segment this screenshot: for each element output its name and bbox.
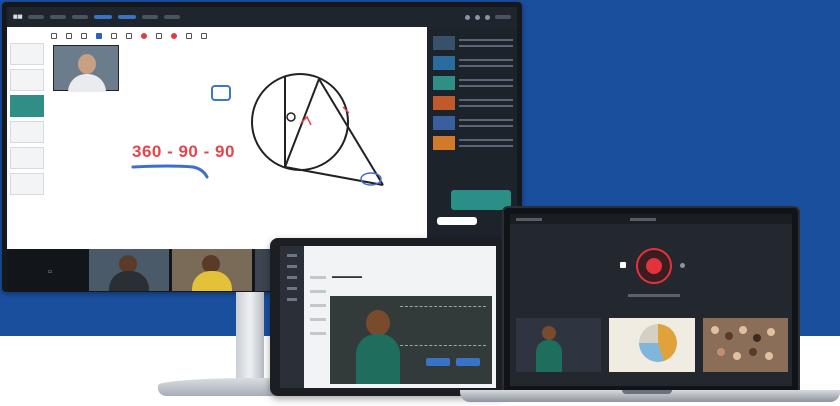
tablet-device: ▬▬▬▬▬ <box>270 238 506 396</box>
pause-icon[interactable] <box>680 263 685 268</box>
pie-chart-graphic <box>639 324 678 362</box>
presenter-body <box>68 74 106 92</box>
eraser-tool-icon[interactable] <box>126 33 132 39</box>
recording-studio-app <box>510 214 792 386</box>
menu-item-active[interactable] <box>94 15 113 19</box>
stop-icon[interactable] <box>620 262 626 268</box>
app-bar-controls <box>465 14 511 20</box>
menu-item[interactable] <box>50 15 67 19</box>
laptop-hinge-notch <box>622 390 672 394</box>
lesson-list-item[interactable] <box>310 276 326 279</box>
audience-source-thumbnail[interactable] <box>702 318 788 372</box>
menu-item-active[interactable] <box>118 15 137 19</box>
recorder-top-bar <box>510 214 792 224</box>
recording-source-thumbnails <box>516 318 788 372</box>
slide-thumbnail[interactable] <box>10 173 44 195</box>
pen-tool-icon[interactable] <box>66 33 72 39</box>
lesson-nav-rail <box>280 246 304 388</box>
monitor-stand-neck <box>236 292 264 382</box>
record-button[interactable] <box>636 248 672 284</box>
video-lesson-app: ▬▬▬▬▬ <box>280 246 496 388</box>
participant-item[interactable] <box>433 115 513 131</box>
participant-video-tile[interactable] <box>89 249 169 291</box>
chat-message <box>451 190 511 210</box>
lesson-action-button[interactable] <box>456 358 480 366</box>
presenter-head <box>78 54 96 74</box>
participant-item[interactable] <box>433 95 513 111</box>
color-tool-icon[interactable] <box>96 33 102 39</box>
slide-thumbnail[interactable] <box>10 69 44 91</box>
chat-input[interactable] <box>437 217 477 225</box>
laptop-device <box>502 206 800 392</box>
text-tool-icon[interactable] <box>111 33 117 39</box>
instructor-head <box>366 310 390 336</box>
whiteboard-toolbar <box>37 29 417 43</box>
lesson-list-item[interactable] <box>310 304 326 307</box>
lesson-list-item[interactable] <box>310 318 326 321</box>
status-icon[interactable] <box>465 14 470 20</box>
menu-item[interactable] <box>72 15 89 19</box>
select-tool-icon[interactable] <box>51 33 57 39</box>
slide-thumbnail[interactable] <box>10 147 44 169</box>
lesson-title-placeholder: ▬▬▬▬▬ <box>332 274 362 280</box>
lesson-video-player[interactable] <box>330 296 492 384</box>
undo-icon[interactable] <box>156 33 162 39</box>
slide-thumbnail-rail <box>10 43 46 243</box>
shape-tool-icon[interactable] <box>81 33 87 39</box>
participant-item[interactable] <box>433 75 513 91</box>
instructor-body <box>356 334 400 384</box>
slide-thumbnail-active[interactable] <box>10 95 44 117</box>
menu-item[interactable] <box>142 15 159 19</box>
chalkboard-writing <box>400 306 486 346</box>
lesson-list-item[interactable] <box>310 290 326 293</box>
app-menu-bar: ▦▦ <box>7 7 517 27</box>
lesson-list-item[interactable] <box>310 332 326 335</box>
lesson-action-button[interactable] <box>426 358 450 366</box>
slide-thumbnail[interactable] <box>10 43 44 65</box>
participant-item[interactable] <box>433 55 513 71</box>
video-strip-label: ▭ <box>15 257 85 287</box>
presenter-camera-tile <box>53 45 119 92</box>
slides-source-thumbnail[interactable] <box>609 318 695 372</box>
status-icon[interactable] <box>475 14 480 20</box>
geometry-drawing <box>251 73 384 186</box>
participant-video-tile[interactable] <box>172 249 252 291</box>
status-icon[interactable] <box>485 14 490 20</box>
participant-item[interactable] <box>433 35 513 51</box>
user-menu[interactable] <box>495 15 511 19</box>
ink-underline-stroke <box>131 164 209 179</box>
stamp-icon[interactable] <box>211 85 231 101</box>
menu-item[interactable] <box>28 15 45 19</box>
more-icon[interactable] <box>201 33 207 39</box>
product-hero: ▦▦ 360 - 90 - 90 ▭ ▬▬▬▬▬ <box>0 0 840 406</box>
participant-item[interactable] <box>433 135 513 151</box>
color-swatch-red[interactable] <box>171 33 177 39</box>
color-swatch-red[interactable] <box>141 33 147 39</box>
menu-item[interactable] <box>164 15 181 19</box>
slide-thumbnail[interactable] <box>10 121 44 143</box>
record-icon <box>646 258 662 274</box>
recording-status <box>628 294 680 297</box>
redo-icon[interactable] <box>186 33 192 39</box>
whiteboard-math-expression: 360 - 90 - 90 <box>132 142 235 161</box>
camera-source-thumbnail[interactable] <box>516 318 602 372</box>
app-logo: ▦▦ <box>13 14 23 20</box>
